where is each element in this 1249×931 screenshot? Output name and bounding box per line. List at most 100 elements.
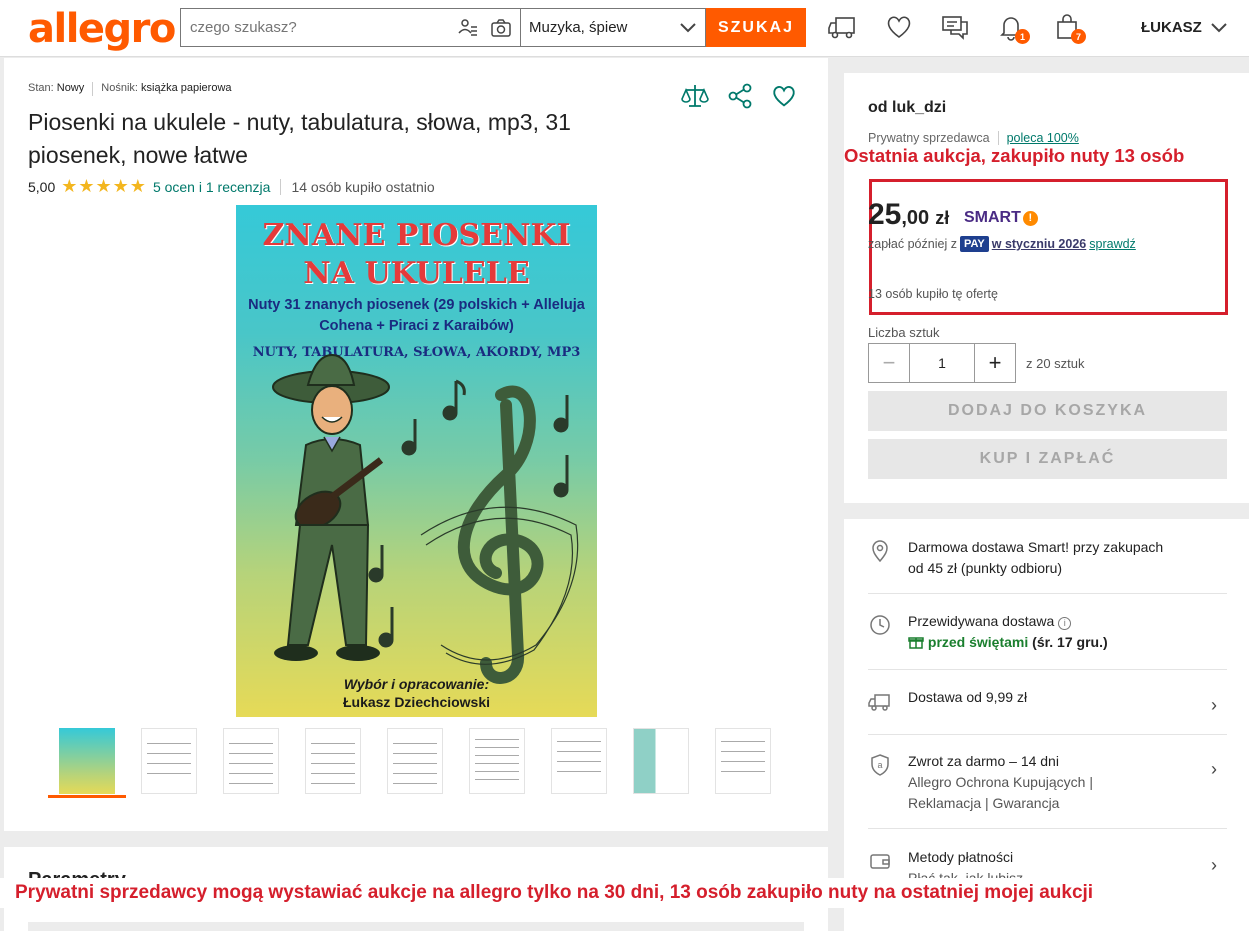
divider [92,82,94,96]
thumbnail-2[interactable] [130,726,208,798]
quantity-available: z 20 sztuk [1026,355,1085,371]
divider [28,922,804,931]
thumbnail-image [305,727,361,794]
annotation-top: Ostatnia aukcja, zakupiło nuty 13 osób [844,145,1185,166]
heart-icon[interactable] [884,12,914,42]
bought-recently: 14 osób kupiło ostatnio [291,178,435,195]
returns-text: Zwrot za darmo – 14 dni Allegro Ochrona … [908,751,1093,814]
product-main-image[interactable]: ZNANE PIOSENKI NA UKULELE Nuty 31 znanyc… [236,205,597,717]
search-history-icon[interactable] [456,17,478,39]
delivery-cost-text: Dostawa od 9,99 zł [908,689,1028,705]
info-icon[interactable]: i [1058,617,1072,630]
free-delivery-row: Darmowa dostawa Smart! przy zakupach od … [868,537,1227,594]
wallet-icon [870,854,890,869]
user-menu[interactable]: ŁUKASZ [1141,19,1228,36]
rating-value: 5,00 [28,178,56,195]
add-to-cart-button[interactable]: DODAJ DO KOSZYKA [868,391,1227,431]
returns-row[interactable]: a Zwrot za darmo – 14 dni Allegro Ochron… [868,751,1227,829]
truck-icon [868,694,890,711]
thumbnail-6[interactable] [458,726,536,798]
condition-label: Stan: [28,82,54,94]
thumbnail-image [469,727,525,794]
thumbnail-7[interactable] [540,726,618,798]
clock-icon [870,615,890,635]
messages-icon[interactable] [940,12,970,42]
thumbnail-3[interactable] [212,726,290,798]
condition: Stan: Nowy [28,82,84,96]
rating-row: 5,00 ★★★★★ 5 ocen i 1 recenzja 14 osób k… [28,176,435,197]
compare-scales-icon[interactable] [680,82,710,110]
delivery-truck-icon[interactable] [828,12,858,42]
mariachi-guitarist-illustration-icon [272,353,579,684]
returns-line3: Reklamacja | Gwarancja [908,795,1060,811]
bell-icon[interactable]: 1 [996,12,1030,44]
thumbnail-5[interactable] [376,726,454,798]
header-icons: 1 7 [828,12,1086,44]
price-currency: zł [935,208,950,228]
pay-badge: PAY [959,236,989,252]
medium-value: książka papierowa [141,82,232,94]
pay-later-check-link[interactable]: sprawdź [1089,237,1136,251]
product-actions [680,82,798,110]
divider [280,178,282,195]
thumbnail-image [633,727,689,794]
quantity-label: Liczba sztuk [868,325,940,340]
allegro-logo[interactable]: allegro [28,6,176,52]
pay-later: zapłać później z PAY w styczniu 2026 spr… [868,236,1136,252]
medium-label: Nośnik: [101,82,138,94]
thumbnail-image [141,727,197,794]
smart-badge[interactable]: SMART ! [964,209,1038,227]
bought-count: 13 osób kupiło tę ofertę [868,287,998,301]
thumbnail-4[interactable] [294,726,372,798]
condition-value: Nowy [56,82,85,94]
buy-now-button[interactable]: KUP I ZAPŁAĆ [868,439,1227,479]
category-value: Muzyka, śpiew [529,19,628,36]
medium: Nośnik: książka papierowa [101,82,231,96]
free-delivery-text: Darmowa dostawa Smart! przy zakupach od … [908,537,1163,579]
thumbnail-image [59,727,115,794]
pay-later-when[interactable]: w styczniu 2026 [992,237,1087,251]
free-delivery-line1: Darmowa dostawa Smart! przy zakupach [908,539,1164,555]
annotation-bottom: Prywatni sprzedawcy mogą wystawiać aukcj… [0,878,1249,908]
author-intro: Wybór i opracowanie: [343,676,490,692]
chevron-right-icon: › [1211,695,1217,715]
expected-delivery-date: (śr. 17 gru.) [1032,634,1108,650]
chevron-right-icon: › [1211,759,1217,779]
seller-name[interactable]: od luk_dzi [868,99,946,117]
returns-line2: Allegro Ochrona Kupujących | [908,774,1093,790]
search-button[interactable]: SZUKAJ [706,8,806,47]
quantity-input[interactable]: 1 [910,343,974,383]
thumbnail-1[interactable] [48,726,126,798]
quantity-stepper: − 1 + z 20 sztuk [868,343,1085,383]
notifications-badge: 1 [1015,29,1030,44]
quantity-increase-button[interactable]: + [974,343,1016,383]
thumbnail-image [551,727,607,794]
ratings-link[interactable]: 5 ocen i 1 recenzja [153,179,271,195]
thumbnail-image [715,727,771,794]
thumbnail-9[interactable] [704,726,782,798]
seller-type: Prywatny sprzedawca [868,131,990,145]
thumbnail-image [387,727,443,794]
seller-recommend-link[interactable]: poleca 100% [1007,131,1079,145]
thumbnail-8[interactable] [622,726,700,798]
expected-delivery-label-line: Przewidywana dostawa i [908,611,1108,632]
search-icons [456,17,512,39]
camera-search-icon[interactable] [490,17,512,39]
quantity-decrease-button[interactable]: − [868,343,910,383]
category-select[interactable]: Muzyka, śpiew [520,8,706,47]
chevron-right-icon: › [1211,855,1217,875]
favorite-heart-icon[interactable] [770,82,798,110]
returns-line1: Zwrot za darmo – 14 dni [908,753,1059,769]
svg-text:a: a [877,760,882,770]
user-name: ŁUKASZ [1141,19,1202,36]
share-icon[interactable] [726,82,754,110]
expected-delivery-text: Przewidywana dostawa i przed świętami (ś… [908,611,1108,653]
cart-icon[interactable]: 7 [1052,12,1086,44]
expected-delivery-date-line: przed świętami (śr. 17 gru.) [908,632,1108,653]
product-card: Stan: Nowy Nośnik: książka papierowa Pio… [4,58,828,831]
product-meta: Stan: Nowy Nośnik: książka papierowa [28,82,232,96]
divider [997,131,999,145]
delivery-cost-row[interactable]: Dostawa od 9,99 zł › [868,687,1227,735]
smart-label: SMART [964,209,1021,226]
seller-info: Prywatny sprzedawca poleca 100% [868,131,1079,145]
